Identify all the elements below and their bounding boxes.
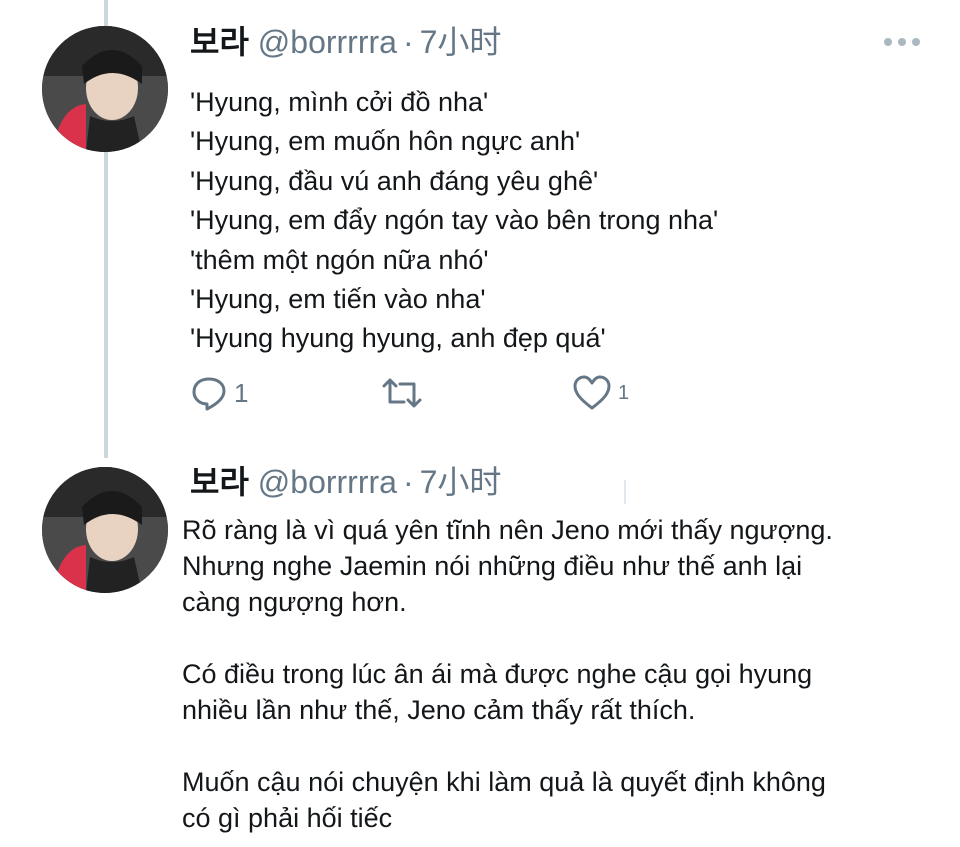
text-line: càng ngượng hơn. (182, 587, 407, 617)
tweet-header: 보라 @borrrrra · 7小时 (190, 22, 501, 62)
text-line: Muốn cậu nói chuyện khi làm quả là quyết… (182, 767, 826, 797)
text-line: 'Hyung, em muốn hôn ngực anh' (190, 126, 581, 157)
text-line: 'Hyung, mình cởi đồ nha' (190, 87, 489, 117)
tweet-header: 보라 @borrrrra · 7小时 (190, 462, 501, 502)
timestamp[interactable]: 7小时 (420, 464, 502, 500)
text-line: 'Hyung hyung hyung, anh đẹp quá' (190, 323, 606, 354)
divider (624, 480, 626, 504)
reply-count: 1 (234, 377, 249, 408)
text-line: Có điều trong lúc ân ái mà được nghe cậu… (182, 659, 813, 689)
retweet-button[interactable] (380, 374, 424, 412)
like-count: 1 (618, 381, 630, 404)
text-line: có gì phải hối tiếc (182, 803, 393, 833)
tweet-text: Rõ ràng là vì quá yên tĩnh nên Jeno mới … (182, 512, 833, 836)
reply-icon (192, 377, 226, 411)
more-icon[interactable] (884, 36, 920, 48)
avatar[interactable] (42, 467, 168, 593)
tweet-actions: 1 1 (190, 374, 650, 414)
text-line: Rõ ràng là vì quá yên tĩnh nên Jeno mới … (182, 515, 833, 545)
display-name[interactable]: 보라 (190, 464, 249, 500)
text-line: 'Hyung, em tiến vào nha' (190, 284, 486, 315)
avatar[interactable] (42, 26, 168, 152)
retweet-icon (382, 378, 422, 408)
user-handle[interactable]: @borrrrra (258, 464, 397, 500)
reply-button[interactable]: 1 (190, 374, 248, 412)
text-line: 'thêm một ngón nữa nhó' (190, 244, 489, 275)
display-name[interactable]: 보라 (190, 24, 249, 60)
text-line: nhiều lần như thế, Jeno cảm thấy rất thí… (182, 695, 696, 725)
text-line: Nhưng nghe Jaemin nói những điều như thế… (182, 551, 803, 581)
text-line: 'Hyung, đầu vú anh đáng yêu ghê' (190, 165, 599, 196)
like-button[interactable]: 1 (572, 374, 629, 412)
separator-dot: · (402, 24, 414, 60)
separator-dot: · (402, 464, 414, 500)
text-line: 'Hyung, em đẩy ngón tay vào bên trong nh… (190, 205, 719, 236)
user-handle[interactable]: @borrrrra (258, 24, 397, 60)
tweet-text: 'Hyung, mình cởi đồ nha' 'Hyung, em muốn… (190, 83, 718, 359)
timestamp[interactable]: 7小时 (420, 24, 502, 60)
like-icon (573, 375, 611, 410)
